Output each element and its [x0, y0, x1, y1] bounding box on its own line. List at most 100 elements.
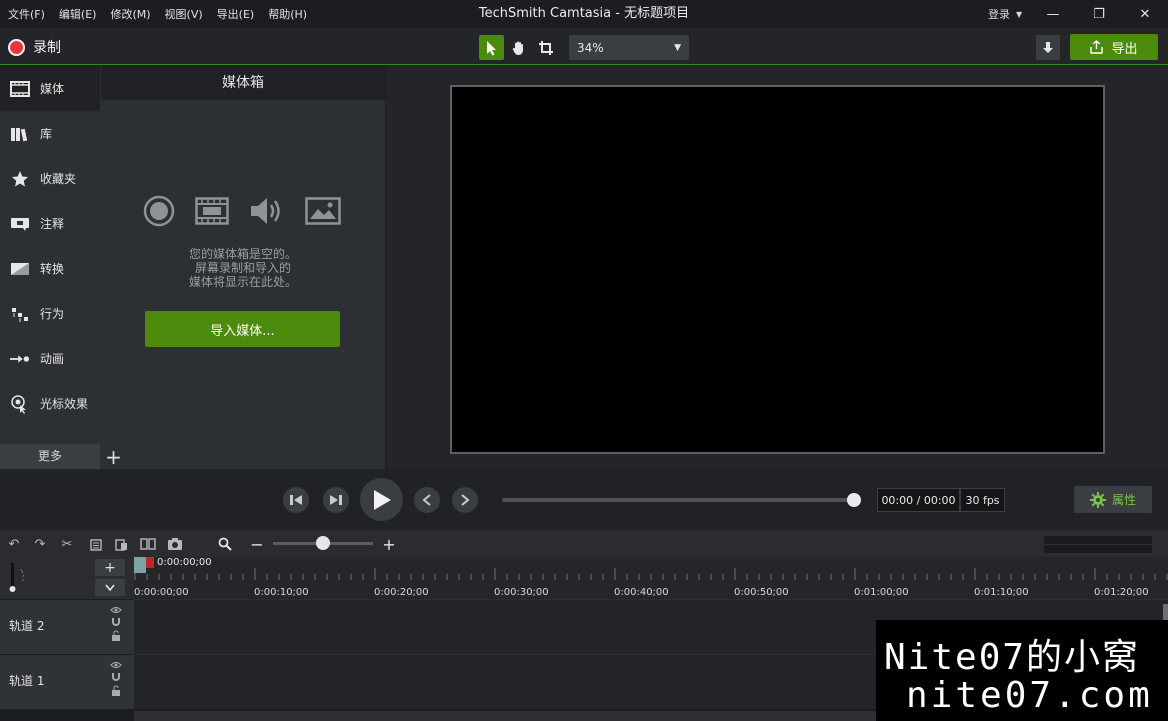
sidebar-item-media[interactable]: 媒体	[0, 66, 100, 111]
record-icon	[8, 38, 25, 56]
login-dropdown[interactable]: 登录 ▼	[988, 0, 1022, 28]
download-arrow-icon	[1043, 41, 1053, 53]
restore-button[interactable]: ❐	[1076, 0, 1122, 28]
watermark: Nite07的小窝 nite07.com	[876, 620, 1168, 721]
select-tool-button[interactable]	[479, 35, 504, 60]
export-button[interactable]: 导出	[1070, 34, 1158, 60]
ruler-ticks	[134, 568, 1168, 580]
zoom-in-button[interactable]: +	[379, 534, 399, 554]
magnet-icon[interactable]	[110, 616, 122, 628]
zoom-select[interactable]: 34% ▼	[569, 35, 689, 60]
minimize-button[interactable]: —	[1030, 0, 1076, 28]
close-button[interactable]: ✕	[1122, 0, 1168, 28]
split-icon[interactable]	[138, 534, 158, 554]
record-label: 录制	[33, 40, 61, 56]
crop-tool-button[interactable]	[533, 35, 558, 60]
track-height-slider-icon[interactable]	[8, 561, 30, 595]
star-icon	[10, 170, 30, 188]
playhead-handle[interactable]	[134, 557, 154, 573]
properties-button[interactable]: 属性	[1074, 486, 1152, 513]
media-bin-title: 媒体箱	[101, 66, 385, 100]
undo-icon[interactable]: ↶	[4, 534, 24, 554]
ruler-label: 0:01:00;00	[854, 587, 909, 598]
menu-edit[interactable]: 编辑(E)	[59, 6, 97, 22]
lock-icon[interactable]	[111, 630, 121, 642]
import-media-button[interactable]: 导入媒体...	[145, 311, 340, 347]
media-type-icons	[143, 195, 341, 227]
magnet-icon[interactable]	[110, 671, 122, 683]
next-marker-button[interactable]	[452, 487, 478, 513]
sidebar-item-label: 行为	[40, 307, 65, 321]
share-icon	[1090, 40, 1104, 54]
menu-help[interactable]: 帮助(H)	[268, 6, 307, 22]
empty-media-message: 您的媒体箱是空的。 屏幕录制和导入的 媒体将显示在此处。	[101, 247, 385, 289]
audio-meter-bar	[1044, 545, 1152, 553]
empty-message-line: 媒体将显示在此处。	[188, 275, 297, 289]
track-header-1[interactable]: 轨道 1	[0, 654, 134, 709]
play-button[interactable]	[360, 478, 403, 521]
step-forward-icon	[330, 495, 342, 505]
lock-icon[interactable]	[111, 685, 121, 697]
snapshot-camera-icon[interactable]	[165, 534, 185, 554]
zoom-out-button[interactable]: −	[247, 534, 267, 554]
zoom-value: 34%	[577, 40, 604, 55]
sidebar-item-label: 库	[40, 127, 53, 141]
sidebar-item-animations[interactable]: 动画	[0, 336, 100, 381]
download-button[interactable]	[1036, 35, 1060, 60]
chevron-right-icon	[461, 494, 470, 506]
watermark-line: nite07.com	[906, 675, 1153, 716]
collapse-tracks-button[interactable]	[95, 579, 125, 596]
add-track-button[interactable]: +	[95, 559, 125, 576]
previous-marker-button[interactable]	[414, 487, 440, 513]
sidebar-item-cursor-effects[interactable]: 光标效果	[0, 381, 100, 426]
transition-icon	[10, 260, 30, 278]
track-name: 轨道 2	[9, 619, 45, 633]
redo-icon[interactable]: ↷	[30, 534, 50, 554]
step-back-button[interactable]	[283, 487, 309, 513]
more-button[interactable]: 更多	[0, 444, 100, 469]
copy-icon[interactable]	[85, 534, 105, 554]
cursor-effect-icon	[10, 394, 30, 414]
export-label: 导出	[1111, 41, 1138, 57]
empty-message-line: 您的媒体箱是空的。	[188, 247, 297, 261]
menu-file[interactable]: 文件(F)	[8, 6, 45, 22]
menu-view[interactable]: 视图(V)	[165, 6, 203, 22]
pan-tool-button[interactable]	[506, 35, 531, 60]
scrubber-handle[interactable]	[847, 493, 861, 507]
magnifier-icon	[215, 534, 235, 554]
menu-modify[interactable]: 修改(M)	[110, 6, 150, 22]
menu-bar: 文件(F) 编辑(E) 修改(M) 视图(V) 导出(E) 帮助(H)	[8, 0, 307, 28]
zoom-slider-handle[interactable]	[316, 536, 330, 550]
sidebar-item-library[interactable]: 库	[0, 111, 100, 156]
ruler-label: 0:00:20;00	[374, 587, 429, 598]
vertical-scroll-thumb[interactable]	[1163, 604, 1168, 620]
playhead-time: 0:00:00;00	[157, 557, 212, 568]
sidebar-item-label: 注释	[40, 217, 65, 231]
add-tab-button[interactable]: +	[101, 444, 126, 469]
menu-export[interactable]: 导出(E)	[217, 6, 255, 22]
record-button[interactable]: 录制	[8, 36, 61, 58]
paste-icon[interactable]	[111, 534, 131, 554]
audio-meter-bar	[1044, 536, 1152, 544]
preview-canvas[interactable]	[450, 85, 1105, 454]
login-label: 登录	[988, 8, 1010, 21]
step-back-icon	[290, 495, 302, 505]
step-forward-button[interactable]	[323, 487, 349, 513]
annotation-icon	[10, 215, 30, 233]
playback-scrubber[interactable]	[502, 498, 854, 502]
sidebar-item-favorites[interactable]: 收藏夹	[0, 156, 100, 201]
sidebar-item-annotations[interactable]: 注释	[0, 201, 100, 246]
cut-icon[interactable]: ✂	[57, 534, 77, 554]
sidebar-item-behaviors[interactable]: 行为	[0, 291, 100, 336]
empty-message-line: 屏幕录制和导入的	[194, 261, 291, 275]
watermark-line: Nite07的小窝	[884, 637, 1141, 678]
sidebar: 媒体 库 收藏夹 注释 转换 行为 动画 光标效果	[0, 66, 101, 469]
eye-icon[interactable]	[110, 606, 122, 614]
eye-icon[interactable]	[110, 661, 122, 669]
ruler-label: 0:00:50;00	[734, 587, 789, 598]
film-strip-icon	[10, 80, 30, 98]
chevron-down-icon	[105, 584, 115, 591]
sidebar-item-transitions[interactable]: 转换	[0, 246, 100, 291]
track-header-2[interactable]: 轨道 2	[0, 599, 134, 654]
play-icon	[373, 489, 391, 510]
